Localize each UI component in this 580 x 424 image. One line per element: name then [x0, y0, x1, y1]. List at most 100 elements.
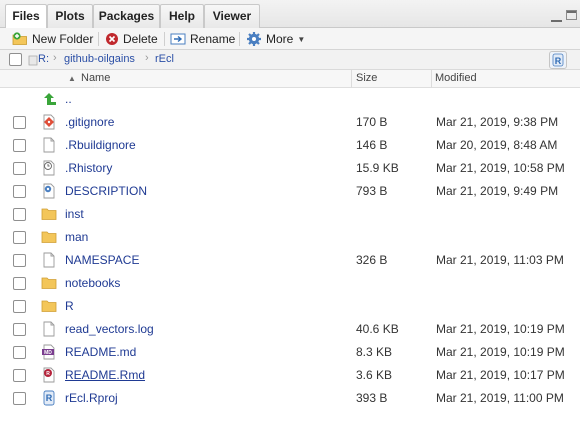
tab-viewer[interactable]: Viewer	[204, 4, 260, 28]
file-name-link[interactable]: read_vectors.log	[65, 322, 154, 336]
rename-button[interactable]: Rename	[170, 30, 235, 48]
file-size: 8.3 KB	[356, 345, 393, 359]
file-row[interactable]: MD README.md 8.3 KB Mar 21, 2019, 10:19 PM	[0, 341, 580, 364]
tab-packages[interactable]: Packages	[93, 4, 160, 28]
file-size: 3.6 KB	[356, 368, 393, 382]
file-row-checkbox[interactable]	[13, 139, 26, 152]
maximize-pane-button[interactable]	[566, 10, 577, 20]
file-modified: Mar 21, 2019, 10:58 PM	[436, 161, 565, 175]
delete-icon	[106, 33, 118, 45]
column-header-size[interactable]: Size	[356, 72, 377, 84]
file-size: 15.9 KB	[356, 161, 399, 175]
new-folder-icon	[12, 32, 27, 45]
toolbar-divider	[98, 32, 99, 46]
svg-text:R: R	[555, 56, 562, 66]
column-divider[interactable]	[431, 70, 432, 88]
breadcrumb-github-oilgains[interactable]: github-oilgains	[64, 53, 135, 65]
file-row[interactable]: .Rbuildignore 146 B Mar 20, 2019, 8:48 AM	[0, 134, 580, 157]
breadcrumb: R: › github-oilgains › rEcl	[0, 50, 580, 70]
file-size: 326 B	[356, 253, 388, 267]
new-folder-button[interactable]: New Folder	[12, 30, 93, 48]
column-divider[interactable]	[351, 70, 352, 88]
file-modified: Mar 21, 2019, 11:00 PM	[436, 391, 564, 405]
up-arrow-icon	[41, 91, 57, 107]
file-modified: Mar 21, 2019, 10:17 PM	[436, 368, 565, 382]
file-name-link[interactable]: NAMESPACE	[65, 253, 139, 267]
file-row-checkbox[interactable]	[13, 300, 26, 313]
minimize-pane-button[interactable]	[551, 10, 562, 22]
breadcrumb-drive[interactable]: R:	[38, 53, 49, 65]
file-row-checkbox[interactable]	[13, 208, 26, 221]
toolbar-divider	[164, 32, 165, 46]
file-row[interactable]: RrEcl.Rproj 393 B Mar 21, 2019, 11:00 PM	[0, 387, 580, 410]
file-row[interactable]: ..	[0, 88, 580, 111]
file-size: 40.6 KB	[356, 322, 399, 336]
file-row[interactable]: NAMESPACE 326 B Mar 21, 2019, 11:03 PM	[0, 249, 580, 272]
file-name-link[interactable]: R	[65, 299, 74, 313]
go-to-project-directory-button[interactable]: R	[549, 51, 567, 69]
more-menu-button[interactable]: More ▼	[246, 30, 305, 48]
select-all-checkbox[interactable]	[9, 53, 22, 66]
column-header-modified[interactable]: Modified	[435, 72, 477, 84]
file-modified: Mar 21, 2019, 11:03 PM	[436, 253, 564, 267]
description-gear-icon	[41, 183, 57, 199]
files-toolbar: New Folder Delete Rename More ▼	[0, 28, 580, 73]
file-name-link[interactable]: man	[65, 230, 88, 244]
delete-label: Delete	[123, 32, 158, 46]
file-size: 793 B	[356, 184, 388, 198]
folder-icon	[41, 229, 57, 245]
gear-icon	[247, 32, 261, 46]
delete-button[interactable]: Delete	[105, 30, 158, 48]
file-size: 146 B	[356, 138, 388, 152]
file-row-checkbox[interactable]	[13, 277, 26, 290]
file-row[interactable]: R	[0, 295, 580, 318]
file-row[interactable]: man	[0, 226, 580, 249]
history-file-icon	[41, 160, 57, 176]
file-name-link[interactable]: ..	[65, 92, 72, 106]
file-name-link[interactable]: rEcl.Rproj	[65, 391, 118, 405]
file-modified: Mar 20, 2019, 8:48 AM	[436, 138, 558, 152]
file-size: 170 B	[356, 115, 388, 129]
file-row-checkbox[interactable]	[13, 254, 26, 267]
toolbar-divider	[239, 32, 240, 46]
file-name-link[interactable]: README.Rmd	[65, 368, 145, 382]
file-row-checkbox[interactable]	[13, 323, 26, 336]
file-name-link[interactable]: inst	[65, 207, 84, 221]
file-row-checkbox[interactable]	[13, 116, 26, 129]
folder-icon	[41, 275, 57, 291]
breadcrumb-separator: ›	[145, 52, 149, 64]
file-row[interactable]: read_vectors.log 40.6 KB Mar 21, 2019, 10:…	[0, 318, 580, 341]
file-row[interactable]: DESCRIPTION 793 B Mar 21, 2019, 9:49 PM	[0, 180, 580, 203]
column-header-name[interactable]: Name	[81, 72, 110, 84]
file-name-link[interactable]: .gitignore	[65, 115, 114, 129]
file-modified: Mar 21, 2019, 9:38 PM	[436, 115, 559, 129]
text-file-icon	[41, 137, 57, 153]
file-row-checkbox[interactable]	[13, 231, 26, 244]
file-row-checkbox[interactable]	[13, 369, 26, 382]
file-row[interactable]: .gitignore 170 B Mar 21, 2019, 9:38 PM	[0, 111, 580, 134]
git-file-icon	[41, 114, 57, 130]
breadcrumb-recl[interactable]: rEcl	[155, 53, 174, 65]
file-row[interactable]: notebooks	[0, 272, 580, 295]
file-name-link[interactable]: notebooks	[65, 276, 120, 290]
file-row-checkbox[interactable]	[13, 185, 26, 198]
breadcrumb-separator: ›	[53, 52, 57, 64]
file-name-link[interactable]: .Rbuildignore	[65, 138, 136, 152]
folder-icon	[41, 206, 57, 222]
text-file-icon	[41, 252, 57, 268]
file-row-checkbox[interactable]	[13, 392, 26, 405]
tab-plots[interactable]: Plots	[47, 4, 93, 28]
file-name-link[interactable]: .Rhistory	[65, 161, 112, 175]
tab-help[interactable]: Help	[160, 4, 204, 28]
file-name-link[interactable]: DESCRIPTION	[65, 184, 147, 198]
pane-tab-bar: Files Plots Packages Help Viewer	[0, 0, 580, 29]
file-row[interactable]: .Rhistory 15.9 KB Mar 21, 2019, 10:58 PM	[0, 157, 580, 180]
file-name-link[interactable]: README.md	[65, 345, 136, 359]
file-row-checkbox[interactable]	[13, 162, 26, 175]
home-icon[interactable]	[28, 54, 38, 66]
tab-files[interactable]: Files	[5, 4, 47, 29]
file-row-checkbox[interactable]	[13, 346, 26, 359]
file-row[interactable]: inst	[0, 203, 580, 226]
file-row[interactable]: R README.Rmd 3.6 KB Mar 21, 2019, 10:17 PM	[0, 364, 580, 387]
file-size: 393 B	[356, 391, 388, 405]
